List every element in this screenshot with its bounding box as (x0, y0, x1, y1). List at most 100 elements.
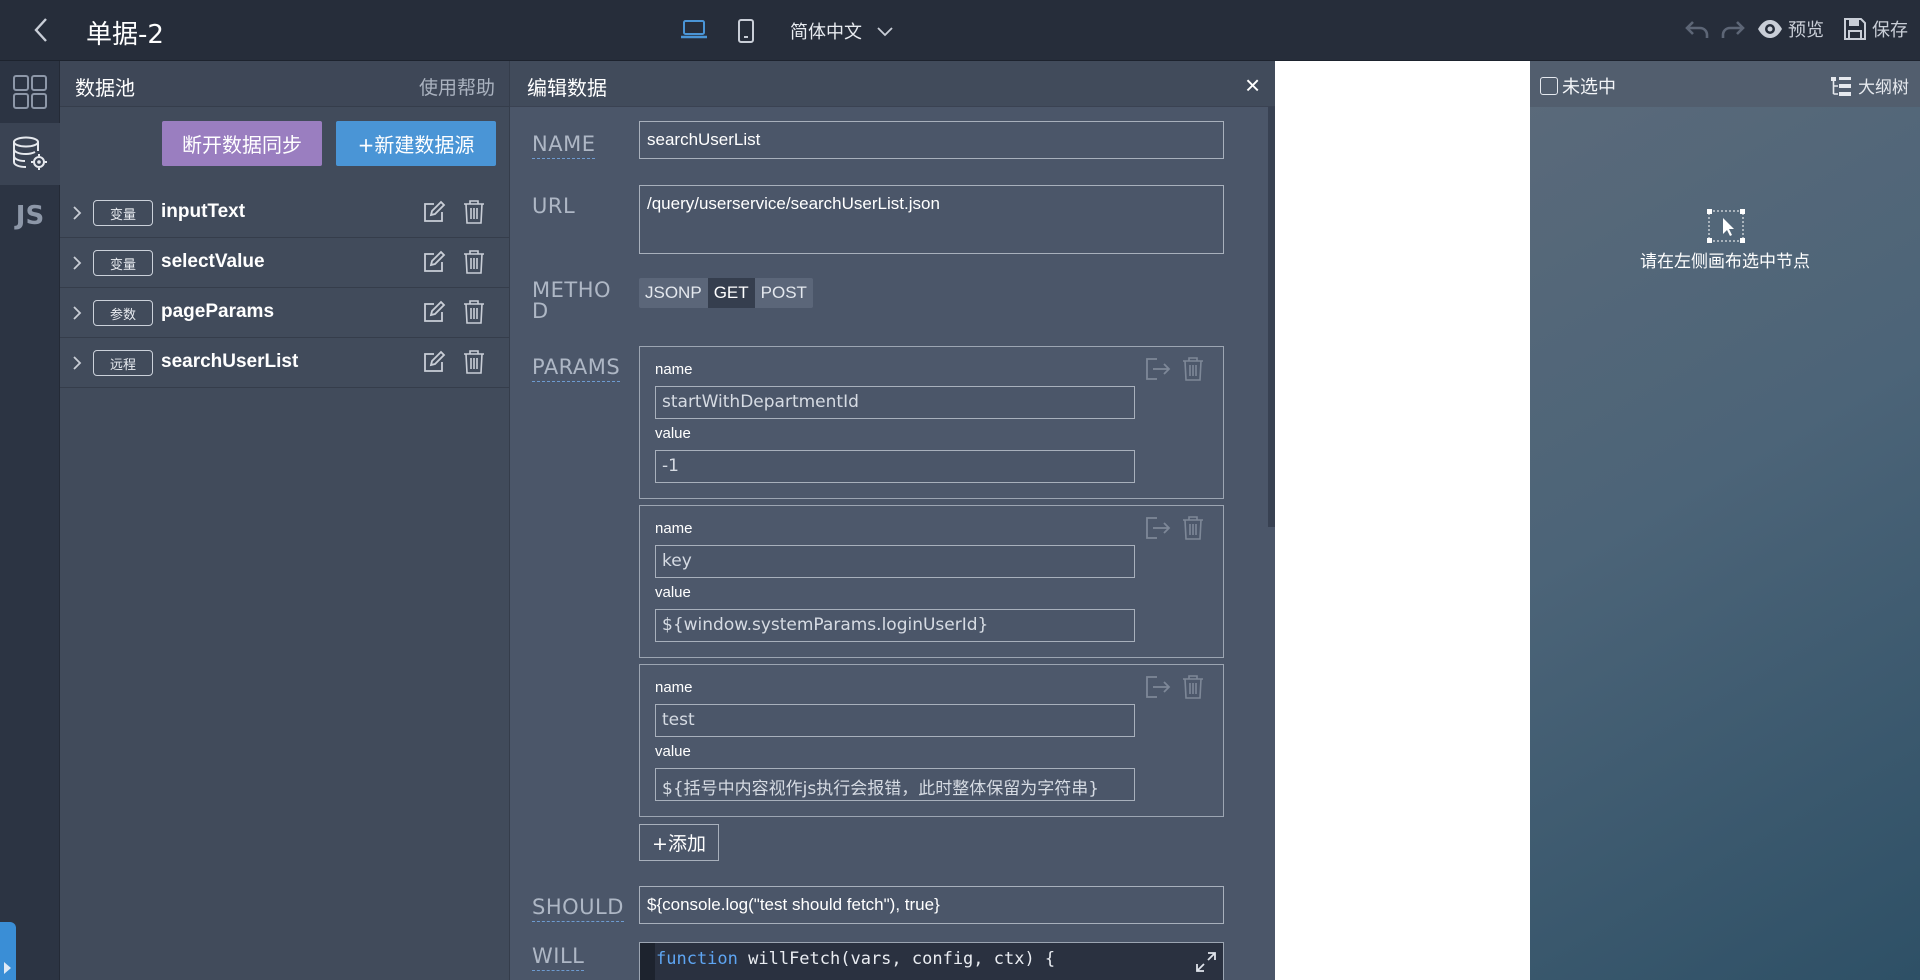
language-value: 简体中文 (790, 22, 862, 43)
list-item[interactable]: 变量 selectValue (60, 238, 510, 288)
data-source-name: searchUserList (161, 351, 299, 372)
editor-scrollbar[interactable] (1268, 107, 1275, 527)
param-value-label: value (655, 743, 691, 760)
param-value-input[interactable]: ${括号中内容视作js执行会报错，此时整体保留为字符串} (655, 768, 1135, 801)
list-item[interactable]: 远程 searchUserList (60, 338, 510, 388)
unselected-checkbox[interactable]: 未选中 (1540, 73, 1616, 99)
outline-tree-label: 大纲树 (1858, 78, 1909, 98)
code-text: willFetch(vars, config, ctx) { (737, 949, 1056, 969)
param-card: name test value ${括号中内容视作js执行会报错，此时整体保留为… (639, 664, 1224, 817)
undo-icon[interactable] (1684, 18, 1710, 42)
code-line: function willFetch(vars, config, ctx) { (656, 949, 1055, 969)
should-label: SHOULD (532, 895, 624, 922)
data-source-icon[interactable] (0, 123, 60, 185)
page-title: 单据-2 (86, 20, 164, 50)
redo-icon[interactable] (1720, 18, 1746, 42)
left-icon-rail: JS (0, 61, 60, 980)
new-data-source-button[interactable]: +新建数据源 (336, 121, 496, 166)
edit-data-panel: 编辑数据 × NAME searchUserList URL /query/us… (510, 61, 1275, 980)
language-select[interactable]: 简体中文 (790, 18, 894, 44)
param-name-input[interactable]: key (655, 545, 1135, 578)
empty-selection-hint: 请在左侧画布选中节点 (1640, 252, 1810, 272)
preview-label: 预览 (1788, 20, 1824, 41)
url-label: URL (532, 194, 576, 218)
type-tag: 远程 (93, 350, 153, 376)
components-grid-icon[interactable] (0, 61, 60, 123)
data-source-name: pageParams (161, 301, 275, 322)
chevron-right-icon[interactable] (72, 205, 82, 221)
top-bar: 单据-2 简体中文 预览 保存 (0, 0, 1920, 61)
outline-tree-button[interactable]: 大纲树 (1830, 73, 1909, 98)
mobile-view-icon[interactable] (736, 18, 756, 44)
code-keyword: function (656, 949, 738, 969)
chevron-right-icon[interactable] (72, 255, 82, 271)
trash-icon[interactable] (463, 200, 485, 224)
properties-panel: 未选中 大纲树 请在左侧画布选中节点 (1530, 61, 1920, 980)
chevron-right-icon[interactable] (72, 355, 82, 371)
save-button[interactable]: 保存 (1843, 16, 1908, 42)
trash-icon[interactable] (1182, 675, 1204, 699)
tree-icon (1831, 76, 1851, 96)
param-card: name startWithDepartmentId value -1 (639, 346, 1224, 499)
trash-icon[interactable] (1182, 357, 1204, 381)
edit-icon[interactable] (422, 250, 446, 274)
edit-icon[interactable] (422, 350, 446, 374)
method-get[interactable]: GET (707, 278, 755, 308)
js-label: JS (15, 201, 45, 231)
data-pool-panel: 数据池 使用帮助 断开数据同步 +新建数据源 变量 inputText 变量 s… (60, 61, 510, 980)
data-source-name: inputText (161, 201, 246, 222)
desktop-view-icon[interactable] (680, 18, 708, 42)
param-card: name key value ${window.systemParams.log… (639, 505, 1224, 658)
param-value-input[interactable]: -1 (655, 450, 1135, 483)
chevron-right-icon[interactable] (72, 305, 82, 321)
param-value-label: value (655, 584, 691, 601)
unselected-label: 未选中 (1562, 77, 1616, 98)
add-param-button[interactable]: +添加 (639, 824, 719, 861)
js-code-icon[interactable]: JS (0, 185, 60, 247)
preview-button[interactable]: 预览 (1757, 16, 1824, 42)
list-item[interactable]: 参数 pageParams (60, 288, 510, 338)
back-arrow-icon[interactable] (28, 16, 56, 44)
param-name-input[interactable]: startWithDepartmentId (655, 386, 1135, 419)
param-name-input[interactable]: test (655, 704, 1135, 737)
should-input[interactable]: ${console.log("test should fetch"), true… (639, 886, 1224, 924)
url-input[interactable]: /query/userservice/searchUserList.json (639, 185, 1224, 254)
param-name-label: name (655, 520, 693, 537)
type-tag: 变量 (93, 200, 153, 226)
export-icon[interactable] (1145, 357, 1171, 381)
method-post[interactable]: POST (755, 278, 813, 308)
trash-icon[interactable] (463, 300, 485, 324)
will-code-editor[interactable]: function willFetch(vars, config, ctx) { (639, 942, 1224, 980)
editor-title: 编辑数据 (527, 76, 607, 100)
type-tag: 变量 (93, 250, 153, 276)
trash-icon[interactable] (463, 250, 485, 274)
properties-header: 未选中 大纲树 (1530, 61, 1920, 107)
export-icon[interactable] (1145, 516, 1171, 540)
method-jsonp[interactable]: JSONP (639, 278, 708, 308)
method-label-line2: D (532, 299, 549, 323)
data-source-list: 变量 inputText 变量 selectValue 参数 pageParam… (60, 188, 510, 388)
name-input[interactable]: searchUserList (639, 121, 1224, 159)
disconnect-sync-button[interactable]: 断开数据同步 (162, 121, 322, 166)
trash-icon[interactable] (1182, 516, 1204, 540)
export-icon[interactable] (1145, 675, 1171, 699)
edit-icon[interactable] (422, 300, 446, 324)
eye-icon (1758, 20, 1782, 38)
trash-icon[interactable] (463, 350, 485, 374)
expand-icon[interactable] (1195, 951, 1217, 973)
close-icon[interactable]: × (1245, 70, 1260, 101)
data-pool-header: 数据池 使用帮助 (60, 61, 509, 107)
edit-icon[interactable] (422, 200, 446, 224)
param-value-input[interactable]: ${window.systemParams.loginUserId} (655, 609, 1135, 642)
method-label-line1: METHO (532, 278, 612, 302)
design-canvas[interactable] (1275, 61, 1530, 980)
save-icon (1844, 18, 1866, 40)
list-item[interactable]: 变量 inputText (60, 188, 510, 238)
expand-panel-toggle[interactable] (0, 922, 16, 980)
params-label: PARAMS (532, 355, 621, 382)
cursor-select-icon (1707, 209, 1745, 243)
param-value-label: value (655, 425, 691, 442)
will-label: WILL (532, 944, 585, 971)
help-link[interactable]: 使用帮助 (419, 73, 495, 100)
save-label: 保存 (1872, 20, 1908, 41)
